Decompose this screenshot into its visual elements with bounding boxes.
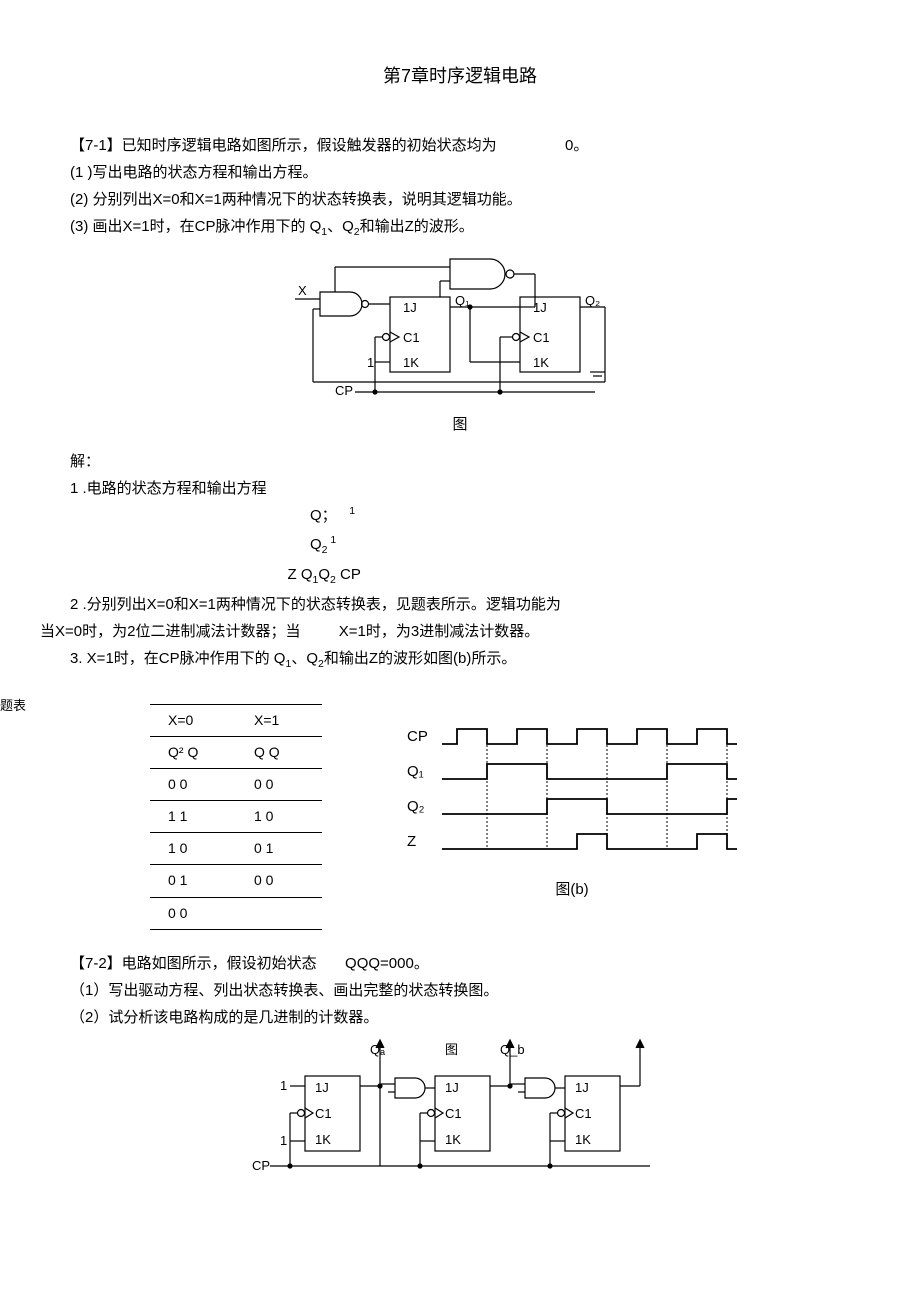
svg-text:1K: 1K — [315, 1132, 331, 1147]
svg-text:1: 1 — [280, 1078, 287, 1093]
svg-text:1J: 1J — [575, 1080, 589, 1095]
fig-b-label: 图(b) — [402, 876, 742, 903]
chapter-title: 第7章时序逻辑电路 — [40, 60, 880, 92]
svg-text:C1: C1 — [533, 330, 550, 345]
p71-intro-text: 【7-1】已知时序逻辑电路如图所示，假设触发器的初始状态均为 — [70, 137, 497, 154]
p71-intro-tail: 0。 — [565, 137, 588, 154]
svg-text:X: X — [298, 283, 307, 298]
state-table: X=0X=1 Q² QQ Q 0 00 0 1 11 0 1 00 1 0 10… — [150, 704, 322, 930]
timing-diagram: CP Q₁ Q₂ Z 图(b) — [402, 719, 742, 903]
circuit-figure-1: X Q₁ Q₂ 1J C1 1K 1J C1 1K 1 CP — [40, 247, 880, 406]
equations: Q； 1 Q2 1 Z Q1Q2 CP — [310, 502, 880, 590]
p72-q2: （2）试分析该电路构成的是几进制的计数器。 — [40, 1004, 880, 1031]
svg-text:1K: 1K — [445, 1132, 461, 1147]
svg-text:CP: CP — [335, 383, 353, 397]
svg-text:Qₐ: Qₐ — [370, 1042, 385, 1057]
svg-text:C1: C1 — [403, 330, 420, 345]
svg-text:1J: 1J — [445, 1080, 459, 1095]
svg-text:Z: Z — [407, 833, 416, 850]
problem-7-2-intro: 【7-2】电路如图所示，假设初始状态 QQQ=000。 — [40, 950, 880, 977]
solution-1: 1 .电路的状态方程和输出方程 — [40, 475, 880, 502]
solution-2a: 2 .分别列出X=0和X=1两种情况下的状态转换表，见题表所示。逻辑功能为 — [40, 591, 880, 618]
svg-text:1K: 1K — [575, 1132, 591, 1147]
solution-2b: 当X=0时，为2位二进制减法计数器；当 X=1时，为3进制减法计数器。 — [40, 618, 880, 645]
svg-text:CP: CP — [407, 728, 428, 745]
svg-text:Q_b: Q_b — [500, 1042, 525, 1057]
svg-text:C1: C1 — [315, 1106, 332, 1121]
svg-text:1J: 1J — [403, 300, 417, 315]
svg-text:C1: C1 — [575, 1106, 592, 1121]
svg-text:Q₁: Q₁ — [455, 293, 470, 308]
solution-3: 3. X=1时，在CP脉冲作用下的 Q1、Q2和输出Z的波形如图(b)所示。 — [40, 645, 880, 674]
circuit-figure-2: Qₐ 图 Q_b 1 1 1J C1 1K 1J C1 1K 1J C1 1K … — [40, 1036, 880, 1195]
solution-header: 解： — [40, 448, 880, 475]
table-side-label: 题表 — [0, 694, 26, 717]
p72-q1: （1）写出驱动方程、列出状态转换表、画出完整的状态转换图。 — [40, 977, 880, 1004]
svg-text:1K: 1K — [403, 355, 419, 370]
svg-text:1J: 1J — [315, 1080, 329, 1095]
svg-text:1K: 1K — [533, 355, 549, 370]
svg-text:C1: C1 — [445, 1106, 462, 1121]
p71-q2: (2) 分别列出X=0和X=1两种情况下的状态转换表，说明其逻辑功能。 — [40, 186, 880, 213]
svg-text:图: 图 — [445, 1042, 458, 1057]
fig1-label: 图 — [40, 411, 880, 438]
svg-text:1: 1 — [280, 1133, 287, 1148]
p71-q3: (3) 画出X=1时，在CP脉冲作用下的 Q1、Q2和输出Z的波形。 — [40, 213, 880, 242]
svg-text:Q₁: Q₁ — [407, 763, 424, 780]
svg-text:Q₂: Q₂ — [585, 293, 600, 308]
svg-text:CP: CP — [252, 1158, 270, 1173]
svg-text:1J: 1J — [533, 300, 547, 315]
p71-q1: (1 )写出电路的状态方程和输出方程。 — [40, 159, 880, 186]
svg-text:Q₂: Q₂ — [407, 798, 425, 815]
svg-text:1: 1 — [367, 355, 374, 370]
problem-7-1-intro: 【7-1】已知时序逻辑电路如图所示，假设触发器的初始状态均为 0。 — [40, 132, 880, 159]
